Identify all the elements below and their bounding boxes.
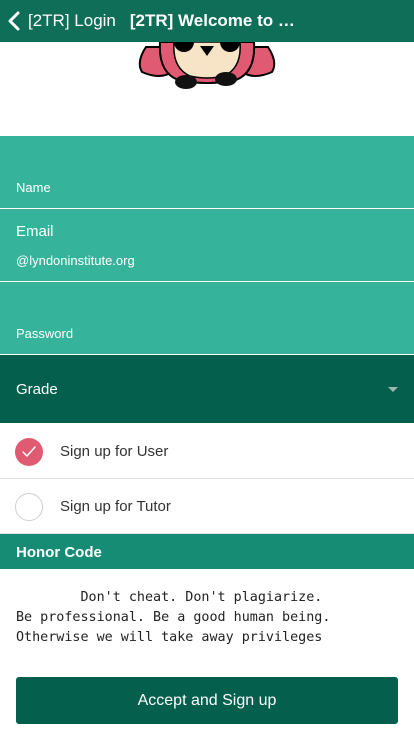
check-icon[interactable] [15,438,43,466]
name-field[interactable]: Name [0,136,414,208]
honor-code-title: Honor Code [16,544,102,561]
signup-tutor-label: Sign up for Tutor [60,498,171,515]
signup-tutor-option[interactable]: Sign up for Tutor [0,479,414,534]
accept-and-signup-button[interactable]: Accept and Sign up [16,677,398,724]
navigation-bar: [2TR] Login [2TR] Welcome to 2... [0,0,414,42]
page-title: [2TR] Welcome to 2... [129,11,300,30]
password-label: Password [16,326,74,341]
email-label: Email [16,223,54,240]
radio-circle-icon[interactable] [15,493,43,521]
name-label: Name [16,180,51,195]
honor-code-header: Honor Code [0,534,414,569]
email-domain-hint: @lyndoninstitute.org [16,253,135,268]
owl-mascot-image [0,42,414,136]
grade-label: Grade [16,381,58,398]
back-label: [2TR] Login [28,11,116,30]
dropdown-arrow-icon [388,387,398,392]
honor-code-text: Don't cheat. Don't plagiarize. Be profes… [16,590,331,645]
grade-select[interactable]: Grade [0,355,414,423]
signup-user-label: Sign up for User [60,443,169,460]
password-field[interactable]: Password [0,282,414,354]
email-field[interactable]: Email @lyndoninstitute.org [0,209,414,281]
back-button[interactable]: [2TR] Login [0,0,116,42]
signup-user-option[interactable]: Sign up for User [0,424,414,479]
chevron-left-icon [8,11,20,31]
